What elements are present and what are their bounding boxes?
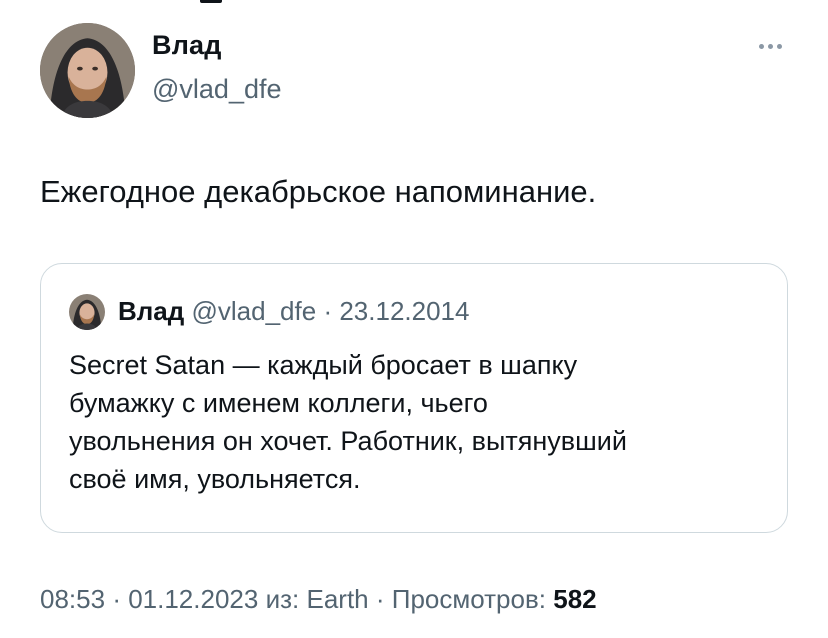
quoted-tweet-text: Secret Satan — каждый бросает в шапку бу… — [69, 346, 769, 498]
quoted-text-line: увольнения он хочет. Работник, вытянувши… — [69, 426, 627, 456]
author-name[interactable]: Влад — [152, 30, 222, 61]
quoted-tweet-header: Влад @vlad_dfe · 23.12.2014 — [118, 296, 469, 327]
more-horizontal-icon-dot — [776, 43, 782, 49]
avatar-photo — [40, 23, 135, 118]
tweet-text: Ежегодное декабрьское напоминание. — [40, 174, 597, 209]
more-horizontal-icon — [758, 43, 764, 49]
quoted-tweet-date[interactable]: 23.12.2014 — [339, 296, 469, 326]
quoted-author-name[interactable]: Влад — [118, 296, 184, 326]
quoted-text-line: бумажку с именем коллеги, чьего — [69, 388, 488, 418]
source-prefix: из: — [265, 584, 300, 614]
quoted-author-avatar[interactable] — [69, 294, 105, 330]
quoted-text-line: своё имя, увольняется. — [69, 464, 361, 494]
tweet-source: Earth — [306, 584, 369, 614]
views-label: Просмотров: — [391, 584, 547, 614]
quoted-author-handle[interactable]: @vlad_dfe — [192, 296, 317, 326]
views-count[interactable]: 582 — [553, 584, 596, 614]
author-avatar[interactable] — [40, 23, 135, 118]
more-options-button[interactable] — [752, 34, 788, 58]
tweet-date[interactable]: 01.12.2023 — [128, 584, 258, 614]
tweet-time[interactable]: 08:53 — [40, 584, 105, 614]
quoted-avatar-photo — [69, 294, 105, 330]
author-handle[interactable]: @vlad_dfe — [152, 74, 282, 105]
tweet-meta: 08:53 · 01.12.2023 из: Earth · Просмотро… — [40, 584, 597, 614]
more-horizontal-icon-dot — [767, 43, 773, 49]
quoted-separator: · — [323, 296, 333, 326]
quoted-tweet-card[interactable]: Влад @vlad_dfe · 23.12.2014 Secret Satan… — [40, 263, 788, 533]
top-edge-remnant — [200, 0, 222, 3]
quoted-text-line: Secret Satan — каждый бросает в шапку — [69, 350, 578, 380]
